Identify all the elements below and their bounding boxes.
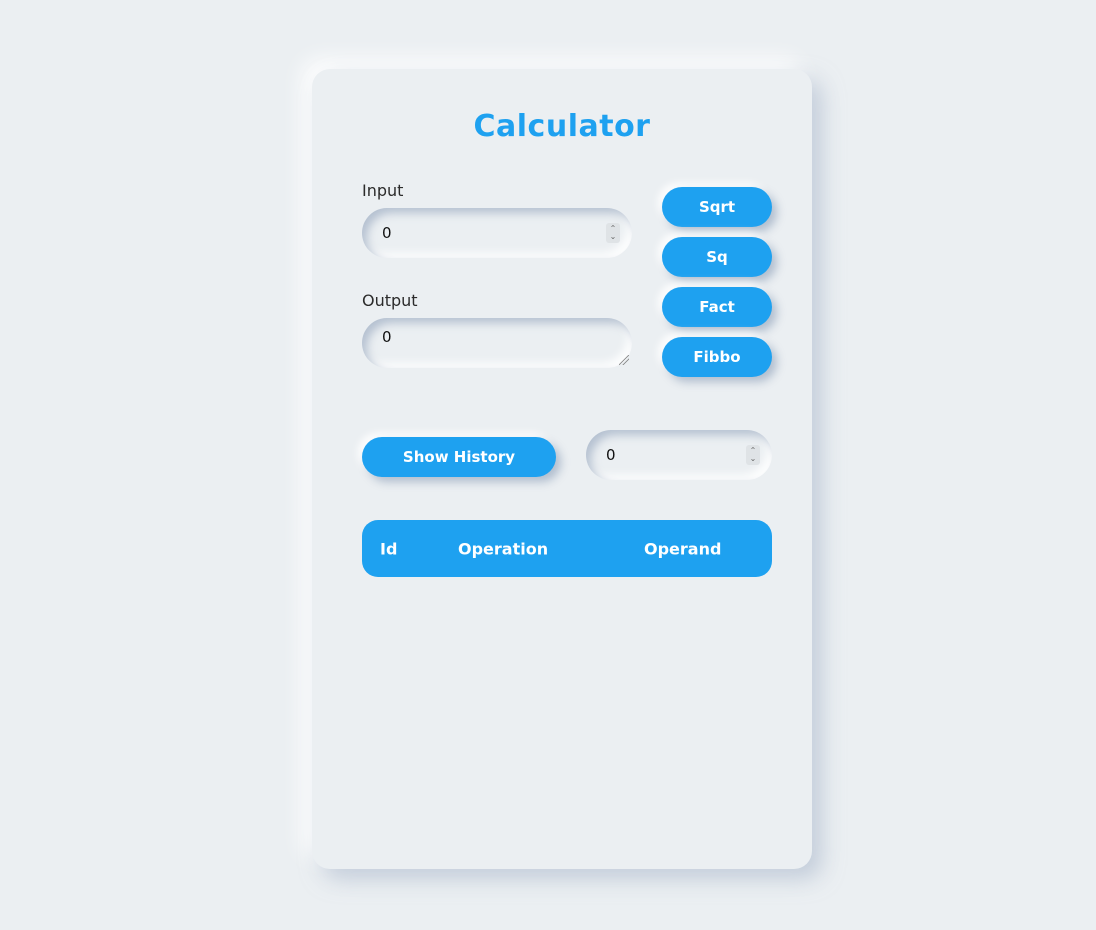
- number-spinner-icon[interactable]: ⌃ ⌄: [746, 445, 760, 465]
- history-count-value: 0: [606, 446, 616, 464]
- output-field[interactable]: 0: [362, 318, 632, 368]
- number-spinner-icon[interactable]: ⌃ ⌄: [606, 223, 620, 243]
- sqrt-button[interactable]: Sqrt: [662, 187, 772, 227]
- factorial-button[interactable]: Fact: [662, 287, 772, 327]
- column-header-operand: Operand: [644, 539, 722, 558]
- resize-handle-icon[interactable]: [619, 355, 629, 365]
- history-count-input[interactable]: 0 ⌃ ⌄: [586, 430, 772, 480]
- square-button[interactable]: Sq: [662, 237, 772, 277]
- history-table-header: Id Operation Operand: [362, 520, 772, 577]
- fibonacci-button[interactable]: Fibbo: [662, 337, 772, 377]
- column-header-operation: Operation: [458, 539, 549, 558]
- input-field[interactable]: 0 ⌃ ⌄: [362, 208, 632, 258]
- page-title: Calculator: [473, 109, 651, 144]
- show-history-button[interactable]: Show History: [362, 437, 556, 477]
- column-header-id: Id: [380, 539, 398, 558]
- output-label: Output: [362, 291, 418, 310]
- input-value: 0: [382, 224, 392, 242]
- input-label: Input: [362, 181, 404, 200]
- output-value: 0: [382, 328, 392, 346]
- calculator-card: Calculator Input 0 ⌃ ⌄ Output 0 Sqrt Sq F…: [312, 69, 812, 869]
